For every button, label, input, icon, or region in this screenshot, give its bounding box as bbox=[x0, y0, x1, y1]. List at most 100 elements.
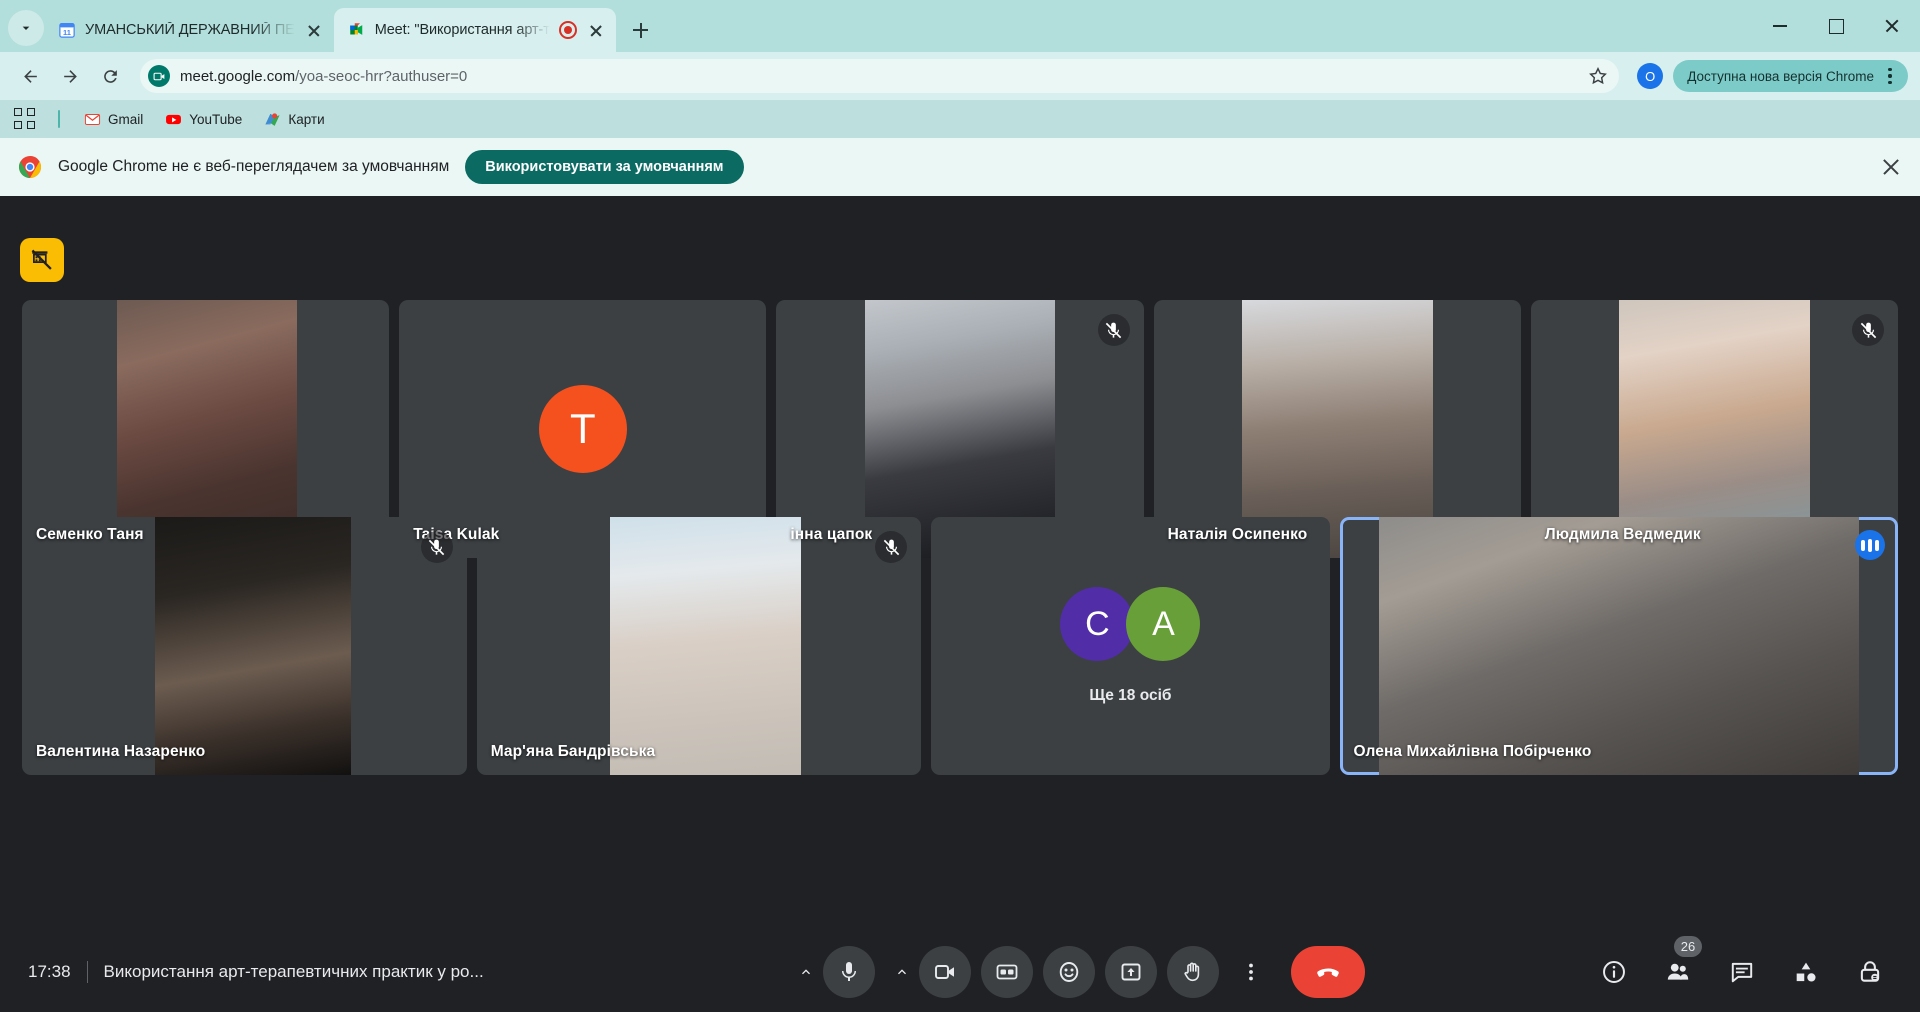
reactions-button[interactable] bbox=[1043, 946, 1095, 998]
cc-icon bbox=[996, 964, 1018, 980]
window-controls bbox=[1752, 0, 1920, 52]
tab-close-icon[interactable] bbox=[586, 20, 606, 40]
participant-name: Людмила Ведмедик bbox=[1544, 526, 1701, 543]
site-info-icon[interactable] bbox=[148, 65, 170, 87]
activities-button[interactable] bbox=[1786, 952, 1826, 992]
tab-recording-icon[interactable] bbox=[558, 21, 577, 39]
video-camera-icon bbox=[153, 72, 164, 80]
presentation-off-icon bbox=[31, 249, 52, 270]
chevron-up-icon bbox=[802, 969, 810, 975]
avatar: T bbox=[538, 385, 627, 473]
hand-icon bbox=[1184, 962, 1200, 982]
presentation-off-badge[interactable] bbox=[20, 238, 64, 282]
lock-icon bbox=[1860, 961, 1880, 982]
browser-tab-1[interactable]: 11 УМАНСЬКИЙ ДЕРЖАВНИЙ ПЕ bbox=[44, 8, 334, 52]
meeting-title: Використання арт-терапевтичних практик у… bbox=[103, 962, 484, 981]
overflow-avatars: C A bbox=[1060, 587, 1201, 661]
meet-right-controls: 26 bbox=[1594, 936, 1920, 992]
bookmark-label: Gmail bbox=[108, 111, 144, 127]
present-icon bbox=[1121, 963, 1141, 981]
mute-indicator bbox=[420, 531, 453, 563]
bookmarks-bar: Gmail YouTube Карти bbox=[0, 100, 1920, 138]
participant-tile-olena[interactable]: Олена Михайлівна Побірченко bbox=[1339, 517, 1898, 775]
apps-grid-icon[interactable] bbox=[14, 108, 36, 130]
more-options-button[interactable] bbox=[1229, 946, 1273, 998]
participant-name: Мар'яна Бандрівська bbox=[490, 743, 656, 760]
mic-icon bbox=[842, 962, 856, 981]
camera-options-button[interactable] bbox=[885, 948, 919, 996]
video-feed bbox=[1378, 517, 1859, 775]
minimize-button[interactable] bbox=[1752, 4, 1808, 48]
present-button[interactable] bbox=[1105, 946, 1157, 998]
update-label: Доступна нова версія Chrome bbox=[1687, 68, 1874, 84]
default-browser-infobar: Google Chrome не є веб-переглядачем за у… bbox=[0, 138, 1920, 196]
bookmark-youtube[interactable]: YouTube bbox=[157, 107, 250, 132]
profile-avatar[interactable]: O bbox=[1637, 63, 1664, 89]
video-feed bbox=[155, 517, 352, 775]
participant-tile-overflow[interactable]: C A Ще 18 осіб bbox=[931, 517, 1330, 775]
participant-tile-mariana[interactable]: Мар'яна Бандрівська bbox=[476, 517, 922, 775]
avatar: C bbox=[1060, 587, 1135, 661]
emoji-icon bbox=[1059, 962, 1079, 982]
url-text: meet.google.com/yoa-seoc-hrr?authuser=0 bbox=[180, 67, 468, 85]
maximize-button[interactable] bbox=[1808, 4, 1864, 48]
overflow-count-label: Ще 18 осіб bbox=[1089, 687, 1172, 704]
chevron-down-icon bbox=[22, 26, 30, 30]
overflow-content: C A Ще 18 осіб bbox=[931, 587, 1329, 705]
close-window-button[interactable] bbox=[1864, 4, 1920, 48]
people-button[interactable]: 26 bbox=[1658, 936, 1702, 992]
meet-bottom-bar: 17:38 Використання арт-терапевтичних пра… bbox=[0, 932, 1920, 1012]
participant-tile-valentyna[interactable]: Валентина Назаренко bbox=[22, 517, 467, 775]
host-controls-button[interactable] bbox=[1850, 952, 1890, 992]
camera-group bbox=[885, 946, 971, 998]
browser-toolbar: meet.google.com/yoa-seoc-hrr?authuser=0 … bbox=[0, 52, 1920, 100]
reload-button[interactable] bbox=[92, 58, 128, 94]
chrome-update-button[interactable]: Доступна нова версія Chrome bbox=[1673, 60, 1908, 92]
meet-icon bbox=[349, 23, 362, 35]
browser-tab-2[interactable]: Meet: "Використання арт-т bbox=[333, 8, 616, 52]
raise-hand-button[interactable] bbox=[1167, 946, 1219, 998]
meet-app: Семенко Таня T Taisa Kulak інна цапок На… bbox=[0, 220, 1920, 1012]
new-tab-button[interactable] bbox=[624, 13, 658, 47]
tab-search-button[interactable] bbox=[8, 10, 44, 46]
chevron-up-icon bbox=[898, 969, 906, 975]
tab-close-icon[interactable] bbox=[304, 20, 324, 40]
participant-name: інна цапок bbox=[790, 526, 873, 543]
bookmark-maps[interactable]: Карти bbox=[256, 107, 332, 132]
mic-group bbox=[789, 946, 875, 998]
camera-button[interactable] bbox=[919, 946, 971, 998]
participant-name: Семенко Таня bbox=[36, 526, 144, 543]
youtube-icon bbox=[166, 114, 182, 124]
participant-count-badge: 26 bbox=[1674, 936, 1702, 957]
chat-icon bbox=[1731, 962, 1753, 983]
divider bbox=[58, 110, 60, 128]
bookmark-gmail[interactable]: Gmail bbox=[76, 107, 151, 132]
set-default-browser-button[interactable]: Використовувати за умовчанням bbox=[465, 150, 744, 184]
forward-button[interactable] bbox=[52, 58, 88, 94]
captions-button[interactable] bbox=[981, 946, 1033, 998]
infobar-close-icon[interactable] bbox=[1880, 156, 1902, 178]
bookmark-label: YouTube bbox=[189, 111, 243, 127]
more-vert-icon bbox=[1249, 963, 1253, 981]
meeting-details-button[interactable] bbox=[1594, 952, 1634, 992]
participant-name: Наталія Осипенко bbox=[1167, 526, 1308, 543]
infobar-message: Google Chrome не є веб-переглядачем за у… bbox=[58, 158, 450, 175]
avatar: A bbox=[1126, 587, 1201, 661]
chrome-logo-icon bbox=[19, 156, 41, 178]
info-icon bbox=[1603, 961, 1625, 983]
chat-button[interactable] bbox=[1722, 952, 1762, 992]
participant-name: Валентина Назаренко bbox=[36, 743, 206, 760]
mic-options-button[interactable] bbox=[789, 948, 823, 996]
back-button[interactable] bbox=[12, 58, 48, 94]
meeting-meta: 17:38 Використання арт-терапевтичних пра… bbox=[0, 961, 560, 983]
participant-name: Олена Михайлівна Побірченко bbox=[1353, 743, 1592, 760]
microphone-button[interactable] bbox=[823, 946, 875, 998]
bookmark-star-icon[interactable] bbox=[1587, 65, 1609, 87]
reload-icon bbox=[103, 69, 117, 83]
leave-call-button[interactable] bbox=[1291, 946, 1365, 998]
clock: 17:38 bbox=[28, 962, 71, 981]
gmail-icon bbox=[84, 113, 101, 125]
browser-window: 11 УМАНСЬКИЙ ДЕРЖАВНИЙ ПЕ Meet: "Викорис… bbox=[0, 0, 1920, 1012]
address-bar[interactable]: meet.google.com/yoa-seoc-hrr?authuser=0 bbox=[140, 59, 1620, 93]
chrome-menu-icon[interactable] bbox=[1880, 67, 1900, 85]
